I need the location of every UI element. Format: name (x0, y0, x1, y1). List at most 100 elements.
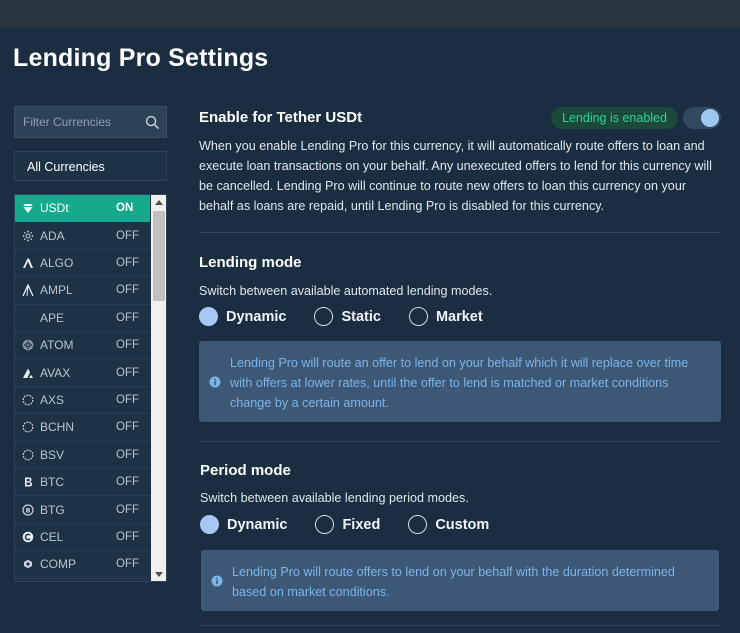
algo-icon (17, 257, 39, 269)
currency-name: CEL (40, 529, 64, 544)
currency-name: ALGO (40, 255, 74, 270)
atom-icon (17, 339, 39, 351)
section-divider (199, 441, 721, 442)
currency-row-comp[interactable]: COMP OFF (15, 551, 150, 579)
currency-status: OFF (116, 476, 139, 489)
search-icon[interactable] (145, 115, 160, 130)
period-mode-option-fixed[interactable]: Fixed (315, 515, 380, 534)
radio-label: Custom (435, 516, 490, 533)
section-divider (199, 625, 721, 626)
currency-row-ada[interactable]: ADA OFF (15, 222, 150, 250)
btg-icon: B (17, 503, 39, 516)
currency-name: BTC (40, 475, 64, 490)
currency-row-bchn[interactable]: BCHN OFF (15, 414, 150, 442)
currency-name: AMPL (40, 283, 73, 298)
currency-row-atom[interactable]: ATOM OFF (15, 332, 150, 360)
filter-currencies-input[interactable] (15, 107, 140, 137)
currency-list-scrollbar[interactable] (151, 195, 166, 581)
period-mode-radio-group: Dynamic Fixed Custom (200, 515, 517, 534)
axs-icon (17, 394, 39, 406)
period-mode-option-dynamic[interactable]: Dynamic (200, 515, 287, 534)
currency-row-axs[interactable]: AXS OFF (15, 387, 150, 415)
gem-icon (17, 203, 39, 214)
radio-button[interactable] (315, 515, 335, 534)
currency-row-btc[interactable]: BTC OFF (15, 469, 150, 497)
cel-icon (17, 531, 39, 543)
radio-label: Static (341, 308, 381, 325)
info-icon (209, 376, 221, 388)
radio-button[interactable] (408, 515, 428, 534)
info-icon (211, 575, 223, 587)
period-mode-subtitle: Switch between available lending period … (200, 491, 469, 505)
radio-label: Dynamic (227, 516, 288, 533)
lending-mode-option-dynamic[interactable]: Dynamic (199, 307, 286, 326)
currency-row-cel[interactable]: CEL OFF (15, 524, 150, 552)
currency-row-avax[interactable]: AVAX OFF (15, 359, 150, 387)
currency-name: USDt (40, 201, 69, 216)
scroll-down-arrow-icon[interactable] (151, 567, 166, 581)
filter-currencies-field[interactable] (14, 106, 167, 138)
period-mode-title: Period mode (200, 462, 291, 479)
currency-status: OFF (116, 339, 139, 352)
radio-button-selected[interactable] (199, 307, 218, 326)
currency-status: OFF (116, 256, 139, 269)
currency-row-btg[interactable]: B BTG OFF (15, 496, 150, 524)
radio-button-selected[interactable] (200, 515, 219, 534)
radio-label: Market (435, 308, 483, 325)
currency-status: OFF (116, 311, 139, 324)
currency-name: APE (40, 310, 65, 325)
scroll-up-arrow-icon[interactable] (151, 195, 166, 209)
currency-name: BSV (40, 447, 65, 462)
currency-status: OFF (116, 558, 139, 571)
currency-row-usdt[interactable]: USDt ON (15, 195, 150, 223)
lending-mode-info-text: Lending Pro will route an offer to lend … (230, 356, 689, 410)
currency-row-ape[interactable]: APE OFF (15, 305, 150, 332)
period-mode-option-custom[interactable]: Custom (408, 515, 489, 534)
currency-name: BTG (40, 502, 65, 517)
currency-name: ATOM (40, 338, 74, 353)
bsv-icon (17, 449, 39, 461)
radio-button[interactable] (408, 307, 428, 326)
comp-icon (17, 558, 39, 570)
currency-name: AVAX (40, 365, 71, 380)
currency-name: AXS (40, 392, 65, 407)
lending-mode-option-static[interactable]: Static (314, 307, 381, 326)
period-mode-info-box: Lending Pro will route offers to lend on… (201, 550, 719, 611)
currency-row-bsv[interactable]: BSV OFF (15, 442, 150, 469)
all-currencies-button[interactable]: All Currencies (14, 151, 167, 181)
currency-row-ampl[interactable]: AMPL OFF (15, 277, 150, 305)
currency-status: OFF (116, 530, 139, 543)
currency-status: OFF (116, 421, 139, 434)
page-title: Lending Pro Settings (13, 44, 269, 72)
currency-status: OFF (116, 448, 139, 461)
currency-status: OFF (116, 503, 139, 516)
lending-mode-radio-group: Dynamic Static Market (199, 307, 511, 326)
lending-enable-toggle[interactable] (683, 107, 721, 129)
currency-list: USDt ON ADA OFF ALGO OFF AMPL OFF APE OF… (14, 194, 167, 582)
scroll-thumb[interactable] (153, 211, 165, 301)
btc-icon (17, 476, 39, 488)
lending-mode-option-market[interactable]: Market (408, 307, 483, 326)
enable-section-description: When you enable Lending Pro for this cur… (199, 139, 712, 213)
top-bar (0, 0, 740, 28)
bchn-icon (17, 421, 39, 433)
toggle-knob (701, 109, 719, 127)
enable-section-title: Enable for Tether USDt (199, 109, 363, 126)
period-mode-info-text: Lending Pro will route offers to lend on… (232, 565, 675, 599)
currency-status: OFF (116, 284, 139, 297)
radio-button[interactable] (314, 307, 334, 326)
avax-icon (17, 367, 39, 379)
currency-status: ON (116, 202, 134, 215)
currency-row-algo[interactable]: ALGO OFF (15, 250, 150, 278)
lending-mode-info-box: Lending Pro will route an offer to lend … (199, 341, 721, 422)
ampl-icon (17, 283, 39, 297)
currency-status: OFF (116, 229, 139, 242)
currency-status: OFF (116, 366, 139, 379)
currency-name: COMP (40, 557, 76, 572)
currency-name: ADA (40, 228, 65, 243)
ada-icon (17, 230, 39, 242)
lending-status-badge: Lending is enabled (551, 107, 678, 129)
currency-status: OFF (116, 393, 139, 406)
lending-mode-title: Lending mode (199, 254, 302, 271)
radio-label: Dynamic (226, 308, 287, 325)
